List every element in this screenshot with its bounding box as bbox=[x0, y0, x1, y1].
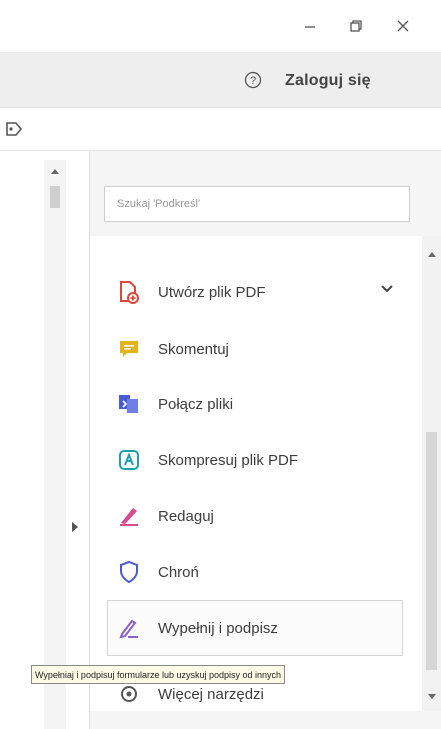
tool-fill-sign[interactable]: Wypełnij i podpisz bbox=[107, 600, 403, 656]
restore-button[interactable] bbox=[336, 8, 376, 44]
search-input[interactable]: Szukaj 'Podkreśl' bbox=[104, 186, 410, 222]
redact-icon bbox=[116, 503, 142, 529]
tool-label: Wypełnij i podpisz bbox=[158, 619, 278, 637]
tool-label: Chroń bbox=[158, 563, 199, 581]
tool-label: Utwórz plik PDF bbox=[158, 283, 266, 301]
account-bar bbox=[0, 52, 441, 108]
tool-label: Więcej narzędzi bbox=[158, 685, 264, 703]
tools-scroll-thumb[interactable] bbox=[426, 432, 437, 670]
help-icon: ? bbox=[244, 71, 262, 89]
restore-icon bbox=[350, 20, 362, 32]
tool-label: Skomentuj bbox=[158, 340, 229, 358]
compress-pdf-icon bbox=[116, 447, 142, 473]
tool-label: Redaguj bbox=[158, 507, 214, 525]
scroll-up-icon[interactable] bbox=[426, 249, 438, 259]
combine-files-icon bbox=[116, 391, 142, 417]
help-button[interactable]: ? bbox=[244, 71, 262, 89]
scroll-up-icon[interactable] bbox=[49, 166, 61, 176]
navigation-scroll-thumb[interactable] bbox=[50, 186, 60, 208]
tools-list: · · · · Utwórz plik PDF Skomentuj bbox=[90, 236, 422, 711]
chevron-down-icon[interactable] bbox=[380, 284, 394, 294]
svg-text:?: ? bbox=[250, 75, 256, 87]
tool-combine-files[interactable]: Połącz pliki bbox=[90, 376, 422, 432]
navigation-scrollbar[interactable] bbox=[44, 160, 66, 729]
comment-icon bbox=[116, 336, 142, 362]
tool-label: Połącz pliki bbox=[158, 395, 234, 413]
close-icon bbox=[397, 20, 409, 32]
create-pdf-icon bbox=[116, 279, 142, 305]
minimize-button[interactable] bbox=[290, 8, 330, 44]
tooltip: Wypełniaj i podpisuj formularze lub uzys… bbox=[31, 665, 286, 684]
fill-sign-icon bbox=[116, 615, 142, 641]
close-window-button[interactable] bbox=[383, 8, 423, 44]
tool-label: Skompresuj plik PDF bbox=[158, 451, 299, 469]
toolbar bbox=[0, 108, 441, 151]
collapse-pane-icon[interactable] bbox=[72, 522, 78, 532]
more-tools-icon bbox=[116, 681, 142, 707]
tag-icon[interactable] bbox=[4, 119, 24, 139]
tool-comment[interactable]: Skomentuj bbox=[90, 321, 422, 377]
tool-item-partial[interactable]: · · · · bbox=[90, 236, 422, 248]
scroll-down-icon[interactable] bbox=[426, 692, 438, 702]
tool-protect[interactable]: Chroń bbox=[90, 544, 422, 600]
tool-redact[interactable]: Redaguj bbox=[90, 488, 422, 544]
protect-icon bbox=[116, 559, 142, 585]
tool-create-pdf[interactable]: Utwórz plik PDF bbox=[90, 264, 422, 320]
minimize-icon bbox=[305, 26, 315, 28]
tool-compress-pdf[interactable]: Skompresuj plik PDF bbox=[90, 432, 422, 488]
sign-in-link[interactable]: Zaloguj się bbox=[285, 72, 371, 90]
